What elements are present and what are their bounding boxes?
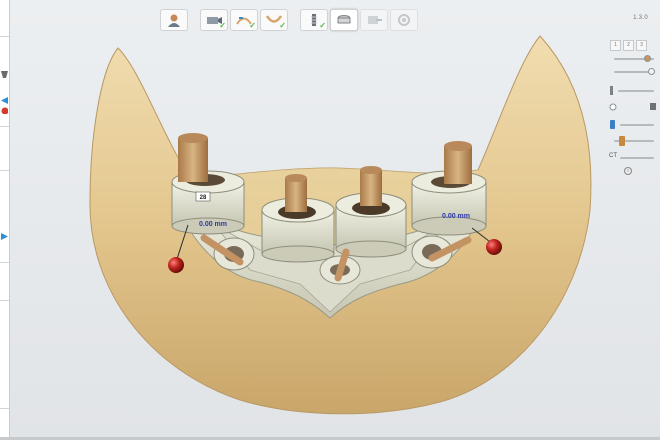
measure-handle-left[interactable] <box>168 257 184 273</box>
implant-distance-label-left: 0.00 mm <box>199 221 227 228</box>
implant-distance-label-right: 0.00 mm <box>442 213 470 220</box>
measure-handle-right[interactable] <box>486 239 502 255</box>
tooth-number-label: 28 <box>200 195 207 201</box>
implant-sleeve-right <box>411 141 487 236</box>
3d-viewport[interactable]: 28 0.00 mm 0.00 mm <box>0 0 660 440</box>
implant-sleeve-left <box>171 133 245 235</box>
